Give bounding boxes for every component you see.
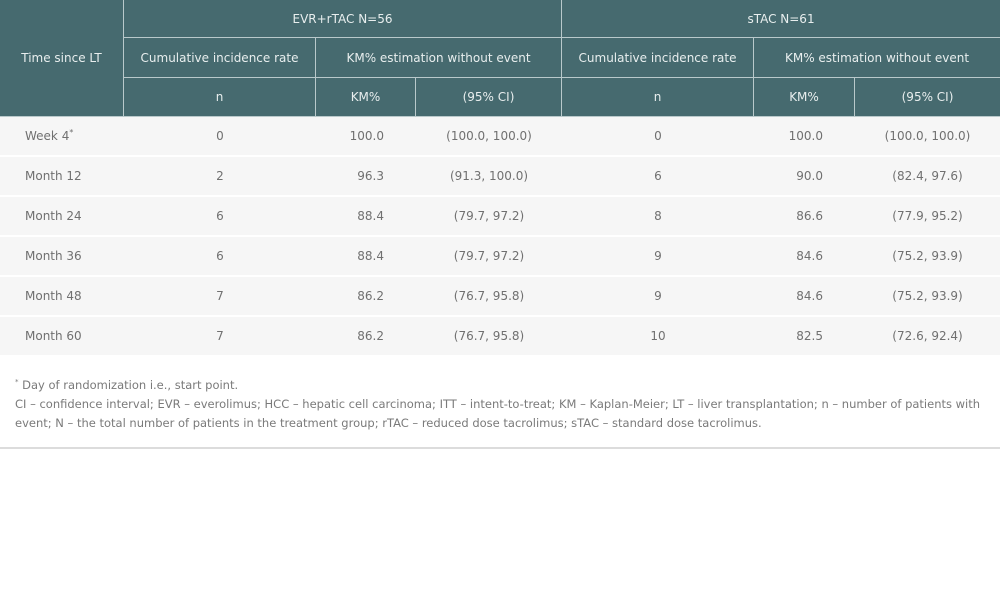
table-row: Month 36 6 88.4 (79.7, 97.2) 9 84.6 (75.… bbox=[0, 237, 1000, 277]
header-stac-km-estimation: KM% estimation without event bbox=[754, 38, 1000, 78]
cell-time: Month 24 bbox=[0, 197, 124, 237]
header-evr-n: n bbox=[124, 78, 316, 117]
header-evr-cumulative-incidence: Cumulative incidence rate bbox=[124, 38, 316, 78]
header-time-since-lt: Time since LT bbox=[0, 0, 124, 117]
cell-evr-n: 7 bbox=[124, 317, 316, 357]
cell-time: Month 48 bbox=[0, 277, 124, 317]
cell-stac-ci: (77.9, 95.2) bbox=[855, 197, 1000, 237]
cell-evr-n: 0 bbox=[124, 117, 316, 157]
cell-stac-km: 86.6 bbox=[754, 197, 855, 237]
cell-evr-ci: (91.3, 100.0) bbox=[416, 157, 562, 197]
cell-stac-km: 84.6 bbox=[754, 277, 855, 317]
cell-evr-n: 6 bbox=[124, 237, 316, 277]
cell-evr-km: 86.2 bbox=[316, 277, 416, 317]
cell-evr-n: 6 bbox=[124, 197, 316, 237]
header-stac-cumulative-incidence: Cumulative incidence rate bbox=[562, 38, 754, 78]
header-evr-km-estimation: KM% estimation without event bbox=[316, 38, 562, 78]
cell-stac-ci: (72.6, 92.4) bbox=[855, 317, 1000, 357]
header-group-stac: sTAC N=61 bbox=[562, 0, 1000, 38]
table-header: Time since LT EVR+rTAC N=56 sTAC N=61 Cu… bbox=[0, 0, 1000, 117]
table-row: Month 48 7 86.2 (76.7, 95.8) 9 84.6 (75.… bbox=[0, 277, 1000, 317]
table-row: Month 60 7 86.2 (76.7, 95.8) 10 82.5 (72… bbox=[0, 317, 1000, 357]
cell-evr-n: 7 bbox=[124, 277, 316, 317]
abbreviations-text: CI – confidence interval; EVR – everolim… bbox=[15, 396, 981, 430]
cell-stac-ci: (82.4, 97.6) bbox=[855, 157, 1000, 197]
header-evr-ci: (95% CI) bbox=[416, 78, 562, 117]
cell-stac-km: 100.0 bbox=[754, 117, 855, 157]
table-footnotes: * Day of randomization i.e., start point… bbox=[0, 357, 1000, 449]
table-row: Month 12 2 96.3 (91.3, 100.0) 6 90.0 (82… bbox=[0, 157, 1000, 197]
cell-stac-ci: (100.0, 100.0) bbox=[855, 117, 1000, 157]
cell-stac-n: 10 bbox=[562, 317, 754, 357]
cell-time: Month 36 bbox=[0, 237, 124, 277]
cell-stac-km: 90.0 bbox=[754, 157, 855, 197]
cell-evr-km: 96.3 bbox=[316, 157, 416, 197]
header-stac-n: n bbox=[562, 78, 754, 117]
cell-evr-km: 88.4 bbox=[316, 197, 416, 237]
cell-time: Week 4* bbox=[0, 117, 124, 157]
table-row: Month 24 6 88.4 (79.7, 97.2) 8 86.6 (77.… bbox=[0, 197, 1000, 237]
cell-stac-n: 8 bbox=[562, 197, 754, 237]
table-body: Week 4* 0 100.0 (100.0, 100.0) 0 100.0 (… bbox=[0, 117, 1000, 357]
table-container: Time since LT EVR+rTAC N=56 sTAC N=61 Cu… bbox=[0, 0, 1000, 449]
header-stac-ci: (95% CI) bbox=[855, 78, 1000, 117]
header-stac-km-percent: KM% bbox=[754, 78, 855, 117]
cell-evr-ci: (79.7, 97.2) bbox=[416, 197, 562, 237]
cell-evr-ci: (79.7, 97.2) bbox=[416, 237, 562, 277]
cell-evr-ci: (76.7, 95.8) bbox=[416, 317, 562, 357]
cell-evr-ci: (100.0, 100.0) bbox=[416, 117, 562, 157]
footnote-start-point: * Day of randomization i.e., start point… bbox=[15, 373, 985, 395]
cell-stac-n: 6 bbox=[562, 157, 754, 197]
cell-evr-ci: (76.7, 95.8) bbox=[416, 277, 562, 317]
cell-evr-km: 88.4 bbox=[316, 237, 416, 277]
cell-time: Month 12 bbox=[0, 157, 124, 197]
cell-evr-km: 100.0 bbox=[316, 117, 416, 157]
cell-stac-n: 9 bbox=[562, 277, 754, 317]
cell-evr-n: 2 bbox=[124, 157, 316, 197]
cell-time: Month 60 bbox=[0, 317, 124, 357]
footnote-text: Day of randomization i.e., start point. bbox=[18, 377, 239, 392]
cell-stac-ci: (75.2, 93.9) bbox=[855, 237, 1000, 277]
time-label: Week 4 bbox=[25, 129, 70, 143]
cell-stac-ci: (75.2, 93.9) bbox=[855, 277, 1000, 317]
table-row: Week 4* 0 100.0 (100.0, 100.0) 0 100.0 (… bbox=[0, 117, 1000, 157]
cell-stac-km: 84.6 bbox=[754, 237, 855, 277]
km-results-table: Time since LT EVR+rTAC N=56 sTAC N=61 Cu… bbox=[0, 0, 1000, 357]
cell-stac-n: 0 bbox=[562, 117, 754, 157]
header-group-evr-rtac: EVR+rTAC N=56 bbox=[124, 0, 562, 38]
header-evr-km-percent: KM% bbox=[316, 78, 416, 117]
footnote-marker: * bbox=[69, 128, 74, 137]
cell-stac-n: 9 bbox=[562, 237, 754, 277]
cell-evr-km: 86.2 bbox=[316, 317, 416, 357]
cell-stac-km: 82.5 bbox=[754, 317, 855, 357]
